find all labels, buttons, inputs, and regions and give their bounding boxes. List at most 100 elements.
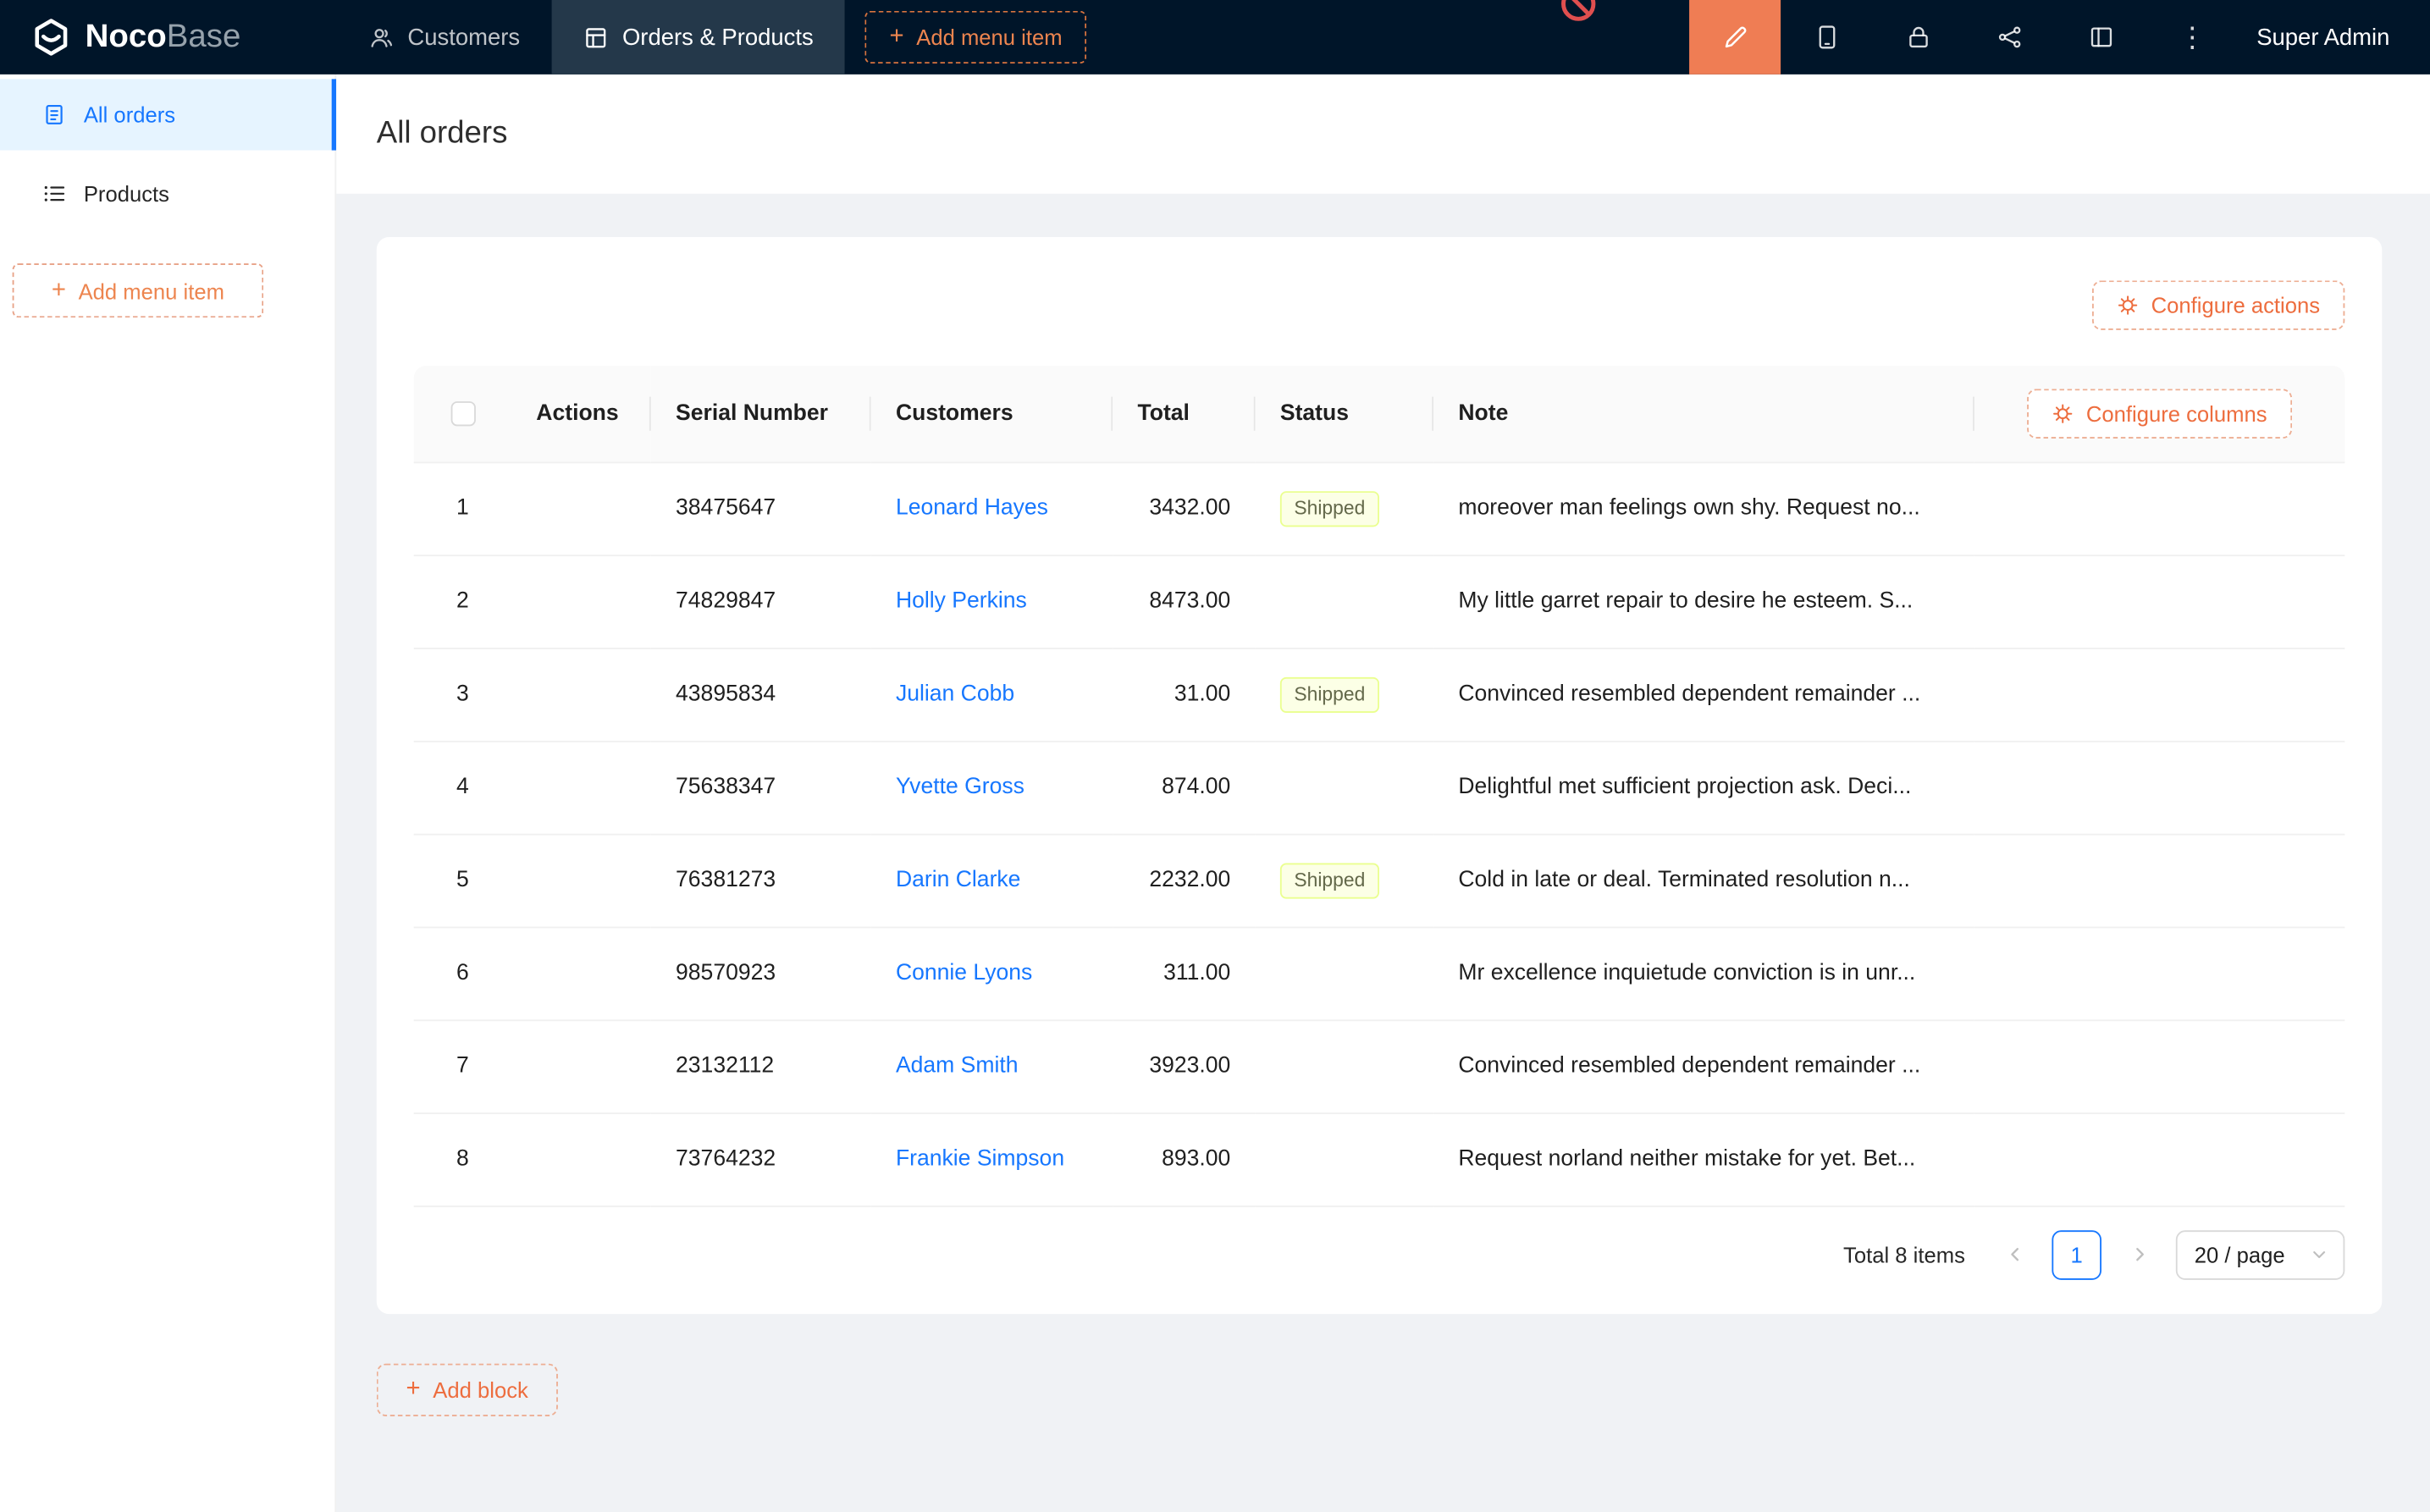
row-index: 4 — [414, 741, 511, 834]
table-row: 2 74829847 Holly Perkins 8473.00 My litt… — [414, 555, 2345, 648]
customer-link[interactable]: Adam Smith — [896, 1054, 1019, 1079]
configure-actions-button[interactable]: Configure actions — [2092, 280, 2344, 330]
plus-icon: + — [406, 1377, 421, 1401]
total-cell: 311.00 — [1113, 927, 1255, 1020]
total-cell: 8473.00 — [1113, 555, 1255, 648]
pagination-prev-button[interactable] — [1990, 1229, 2040, 1279]
row-spacer-cell — [1974, 1112, 2344, 1206]
api-button[interactable] — [1963, 0, 2055, 74]
note-cell: moreover man feelings own shy. Request n… — [1433, 461, 1974, 555]
serial-number-cell: 23132112 — [651, 1019, 871, 1112]
mobile-preview-button[interactable] — [1781, 0, 1872, 74]
sidebar: All orders Products + Add menu item — [0, 74, 336, 1512]
column-header-status: Status — [1256, 366, 1433, 461]
row-spacer-cell — [1974, 1019, 2344, 1112]
logo-text: NocoBase — [86, 19, 241, 56]
serial-number-cell: 76381273 — [651, 834, 871, 927]
current-user[interactable]: Super Admin — [2238, 24, 2430, 50]
orders-table-block: Configure actions Actions Serial Number … — [377, 237, 2382, 1313]
row-actions-cell — [511, 834, 651, 927]
customer-link[interactable]: Darin Clarke — [896, 868, 1021, 892]
page-size-select[interactable]: 20 / page — [2176, 1229, 2345, 1279]
layout-icon — [2087, 23, 2115, 51]
layout-button[interactable] — [2055, 0, 2146, 74]
page-header: All orders — [336, 74, 2430, 194]
customer-link[interactable]: Frankie Simpson — [896, 1146, 1064, 1171]
pagination-total: Total 8 items — [1843, 1242, 1965, 1266]
add-block-button[interactable]: + Add block — [377, 1363, 558, 1415]
table-doc-icon — [582, 24, 608, 50]
table-row: 7 23132112 Adam Smith 3923.00 Convinced … — [414, 1019, 2345, 1112]
gear-icon — [2052, 402, 2074, 424]
nocobase-logo[interactable]: NocoBase — [0, 17, 336, 58]
pagination-next-button[interactable] — [2114, 1229, 2164, 1279]
pagination: Total 8 items 1 20 / page — [414, 1229, 2345, 1279]
status-tag: Shipped — [1280, 490, 1379, 526]
api-icon — [1996, 23, 2024, 51]
table-header-row: Actions Serial Number Customers Total St… — [414, 366, 2345, 461]
top-nav-item-orders-products[interactable]: Orders & Products — [551, 0, 845, 74]
top-nav: Customers Orders & Products — [336, 0, 844, 74]
customer-link[interactable]: Leonard Hayes — [896, 496, 1048, 521]
sidebar-item-label: Products — [84, 181, 169, 206]
sidebar-item-all-orders[interactable]: All orders — [0, 79, 334, 150]
main-area: All orders Configure actions — [336, 74, 2430, 1512]
table-toolbar: Configure actions — [414, 280, 2345, 330]
serial-number-cell: 74829847 — [651, 555, 871, 648]
customer-link[interactable]: Connie Lyons — [896, 961, 1032, 985]
chevron-down-icon — [2311, 1246, 2328, 1263]
table-row: 3 43895834 Julian Cobb 31.00 Shipped Con… — [414, 648, 2345, 741]
customer-link[interactable]: Holly Perkins — [896, 589, 1027, 614]
customer-link[interactable]: Yvette Gross — [896, 775, 1024, 799]
header-right-toolbar: ⋮ Super Admin — [1689, 0, 2430, 74]
column-header-total: Total — [1113, 366, 1255, 461]
sidebar-item-products[interactable]: Products — [0, 158, 334, 229]
plus-icon: + — [889, 25, 903, 49]
sidebar-add-menu-item-button[interactable]: + Add menu item — [13, 263, 264, 317]
status-tag: Shipped — [1280, 676, 1379, 712]
list-icon — [41, 181, 66, 206]
select-all-header — [414, 366, 511, 461]
note-cell: Mr excellence inquietude conviction is i… — [1433, 927, 1974, 1020]
column-header-customers: Customers — [871, 366, 1113, 461]
total-cell: 2232.00 — [1113, 834, 1255, 927]
table-row: 8 73764232 Frankie Simpson 893.00 Reques… — [414, 1112, 2345, 1206]
row-spacer-cell — [1974, 741, 2344, 834]
total-cell: 3432.00 — [1113, 461, 1255, 555]
configure-columns-button[interactable]: Configure columns — [2027, 389, 2292, 439]
column-header-note: Note — [1433, 366, 1974, 461]
select-all-checkbox[interactable] — [450, 401, 475, 426]
top-nav-item-label: Orders & Products — [622, 24, 814, 50]
total-cell: 874.00 — [1113, 741, 1255, 834]
table-row: 6 98570923 Connie Lyons 311.00 Mr excell… — [414, 927, 2345, 1020]
gear-icon — [2117, 295, 2139, 317]
app-header: NocoBase Customers — [0, 0, 2430, 74]
row-index: 1 — [414, 461, 511, 555]
sidebar-item-label: All orders — [84, 102, 175, 127]
plus-icon: + — [52, 279, 66, 303]
header-add-menu-item-button[interactable]: + Add menu item — [864, 11, 1087, 63]
serial-number-cell: 38475647 — [651, 461, 871, 555]
note-cell: My little garret repair to desire he est… — [1433, 555, 1974, 648]
more-icon: ⋮ — [2179, 21, 2206, 53]
ui-editor-button[interactable] — [1689, 0, 1781, 74]
page-content: Configure actions Actions Serial Number … — [336, 194, 2430, 1415]
serial-number-cell: 73764232 — [651, 1112, 871, 1206]
top-nav-item-customers[interactable]: Customers — [336, 0, 551, 74]
blocked-cursor-icon — [1558, 0, 1599, 25]
row-spacer-cell — [1974, 461, 2344, 555]
total-cell: 893.00 — [1113, 1112, 1255, 1206]
customer-link[interactable]: Julian Cobb — [896, 682, 1014, 706]
pagination-page-1[interactable]: 1 — [2052, 1229, 2101, 1279]
row-index: 7 — [414, 1019, 511, 1112]
total-cell: 31.00 — [1113, 648, 1255, 741]
more-button[interactable]: ⋮ — [2146, 0, 2238, 74]
permissions-button[interactable] — [1872, 0, 1963, 74]
pen-icon — [1721, 23, 1749, 51]
row-spacer-cell — [1974, 648, 2344, 741]
row-actions-cell — [511, 461, 651, 555]
page-title: All orders — [377, 116, 508, 152]
note-cell: Cold in late or deal. Terminated resolut… — [1433, 834, 1974, 927]
orders-table: Actions Serial Number Customers Total St… — [414, 366, 2345, 1206]
note-cell: Convinced resembled dependent remainder … — [1433, 648, 1974, 741]
